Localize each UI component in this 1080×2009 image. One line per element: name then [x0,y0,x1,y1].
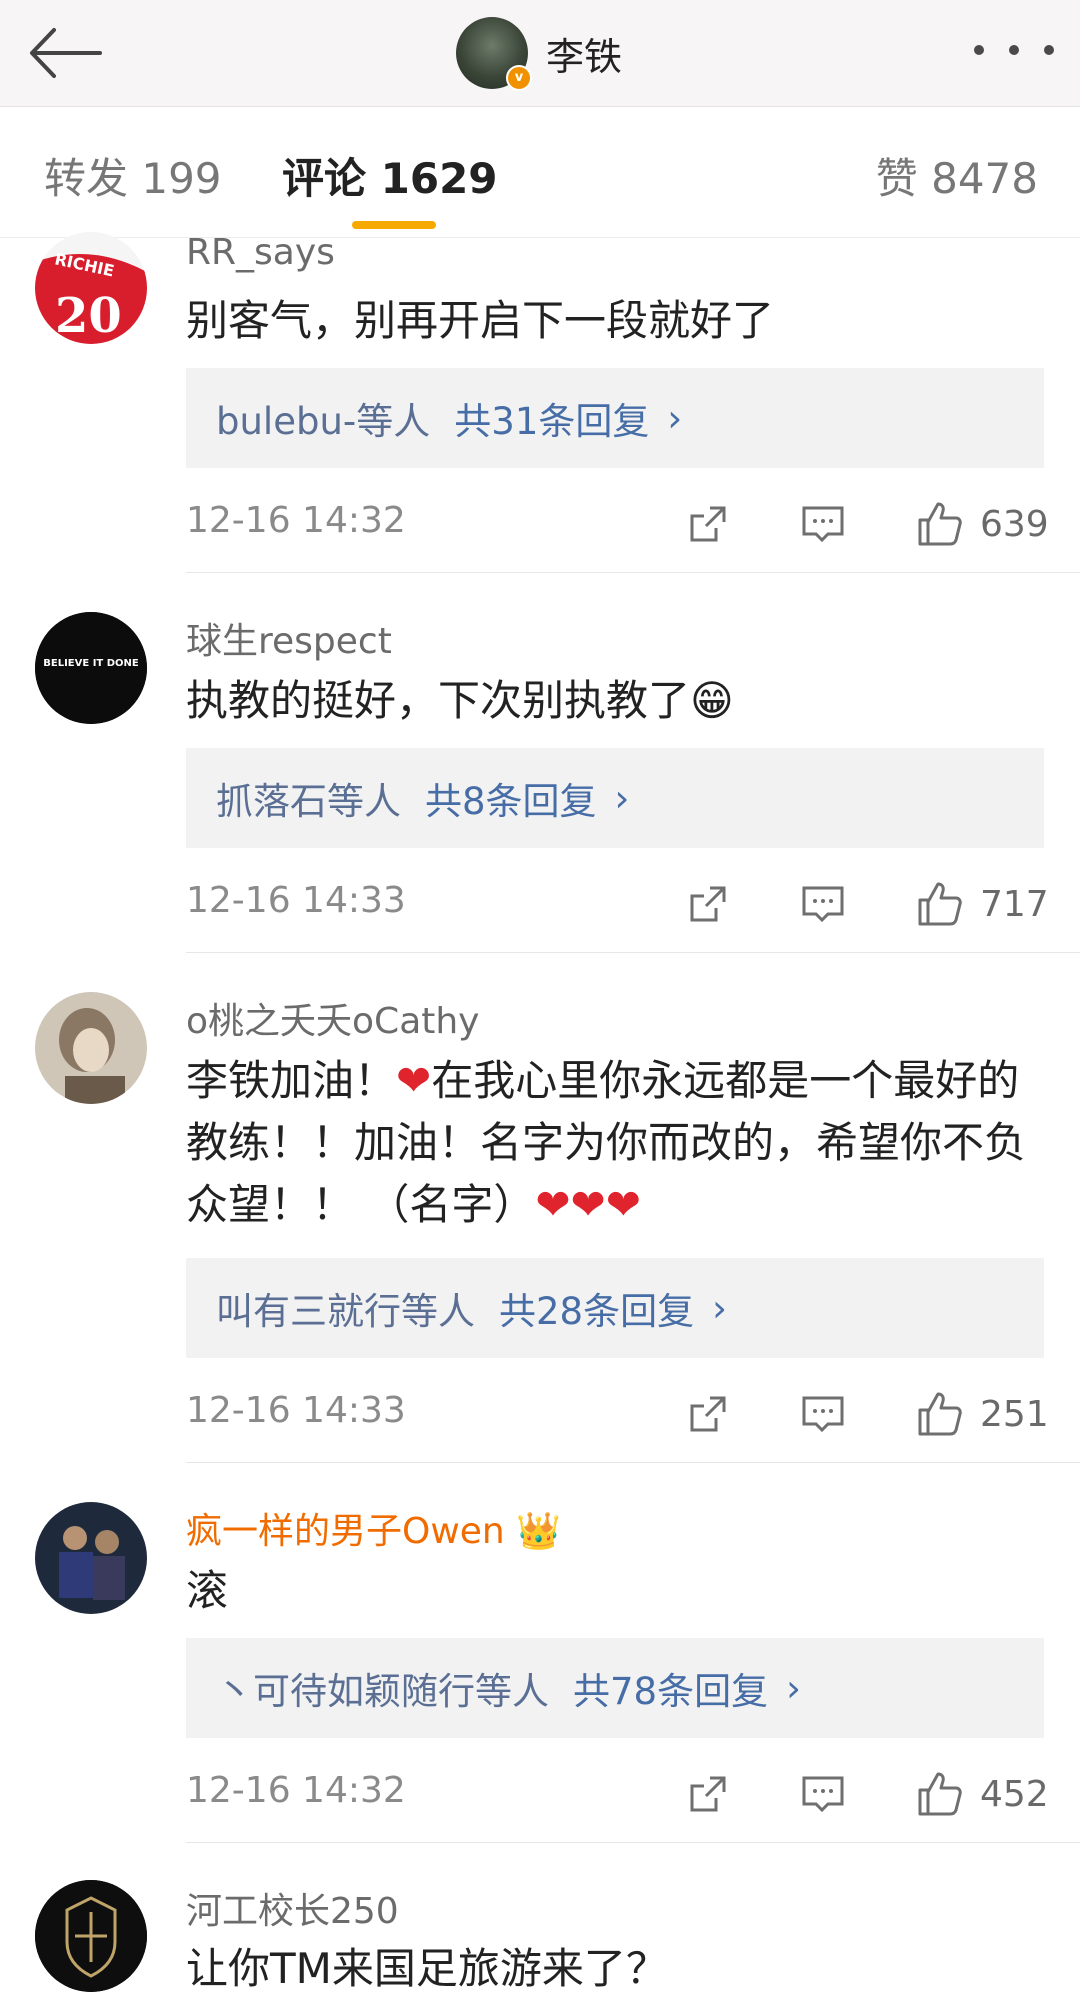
comment-icon [802,1396,844,1433]
comment-meta: 12-16 14:32 452 [186,1764,1049,1824]
comment-username[interactable]: RR_says [186,232,335,273]
back-button[interactable] [24,12,106,94]
divider [186,572,1080,573]
arrow-left-icon [30,28,102,78]
portrait-avatar-image [35,992,147,1104]
page-title: 李铁 [546,34,623,79]
share-icon [690,506,726,542]
thumbs-up-icon [918,502,962,546]
hearts-emoji-icon: ❤❤❤ [535,1180,641,1229]
like-count: 717 [980,883,1049,925]
chevron-right-icon: › [786,1666,801,1710]
reply-users: 丶可待如颖随行等人 [216,1670,549,1713]
like-count: 639 [980,503,1049,545]
svg-text:BELIEVE IT DONE: BELIEVE IT DONE [43,658,139,669]
share-button[interactable] [686,874,730,934]
comment-username[interactable]: o桃之夭夭oCathy [186,992,480,1044]
avatar[interactable]: RICHIE 20 [35,232,147,344]
reply-users: 抓落石等人 [216,780,401,823]
replies-summary[interactable]: 抓落石等人 共8条回复 › [186,748,1044,848]
share-icon [690,886,726,922]
top-bar: v 李铁 [0,0,1080,107]
share-icon [690,1396,726,1432]
comment-username[interactable]: 疯一样的男子Owen 👑 [186,1502,561,1554]
divider [186,1842,1080,1843]
comment-username[interactable]: 河工校长250 [186,1882,399,1934]
reply-button[interactable] [800,1764,846,1824]
avatar[interactable]: v [456,17,532,91]
svg-text:20: 20 [55,288,122,344]
like-button[interactable]: 717 [916,874,1049,934]
comment-meta: 12-16 14:33 251 [186,1384,1049,1444]
like-button[interactable]: 251 [916,1384,1049,1444]
comment-time: 12-16 14:32 [186,500,406,541]
replies-summary[interactable]: 叫有三就行等人 共28条回复 › [186,1258,1044,1358]
replies-summary[interactable]: 丶可待如颖随行等人 共78条回复 › [186,1638,1044,1738]
reply-count: 共28条回复 [499,1290,695,1333]
photo-avatar-image [35,1502,147,1614]
active-tab-indicator [352,221,436,229]
comment-time: 12-16 14:33 [186,1390,406,1431]
reply-button[interactable] [800,1384,846,1444]
avatar[interactable]: BELIEVE IT DONE [35,612,147,724]
grin-emoji-icon: 😁 [690,676,734,725]
share-button[interactable] [686,1764,730,1824]
comment-username[interactable]: 球生respect [186,612,392,664]
like-count: 452 [980,1773,1049,1815]
reply-users: 叫有三就行等人 [216,1290,475,1333]
tab-repost[interactable]: 转发 199 [44,145,222,206]
comment-meta: 12-16 14:32 639 [186,494,1049,554]
reply-button[interactable] [800,494,846,554]
chevron-right-icon: › [614,776,630,820]
share-button[interactable] [686,494,730,554]
author-profile[interactable]: v 李铁 [456,6,622,100]
reply-button[interactable] [800,874,846,934]
chevron-right-icon: › [667,396,683,440]
reply-count: 共78条回复 [573,1670,769,1713]
reply-count: 共8条回复 [425,780,597,823]
avatar[interactable] [35,1502,147,1614]
like-button[interactable]: 639 [916,494,1049,554]
share-icon [690,1776,726,1812]
more-dots-icon [974,45,984,55]
comment-meta: 12-16 14:33 717 [186,874,1049,934]
crest-avatar-image [35,1880,147,1992]
reply-users: bulebu-等人 [216,400,431,443]
share-button[interactable] [686,1384,730,1444]
heart-emoji-icon: ❤ [396,1056,432,1105]
comment-text: 让你TM来国足旅游来了？ [186,1944,668,1993]
like-count: 251 [980,1393,1049,1435]
thumbs-up-icon [918,1772,962,1816]
avatar[interactable] [35,1880,147,1992]
comment-text: 别客气，别再开启下一段就好了 [186,296,775,345]
divider [186,1462,1080,1463]
comment-time: 12-16 14:33 [186,880,406,921]
comment-icon [802,886,844,923]
comment-text: 滚 [186,1566,229,1615]
jersey-avatar-image: RICHIE 20 [35,232,147,344]
tab-likes[interactable]: 赞 8478 [876,145,1038,206]
weibo-comments-page: v 李铁 转发 199 评论 1629 赞 8478 RICHIE 20 RR_… [0,0,1080,2009]
comment-text: 执教的挺好，下次别执教了😁 [186,676,734,725]
reply-count: 共31条回复 [454,400,650,443]
verified-badge: v [506,65,532,91]
comment-icon [802,1776,844,1813]
like-button[interactable]: 452 [916,1764,1049,1824]
comment-time: 12-16 14:32 [186,1770,406,1811]
avatar[interactable] [35,992,147,1104]
thumbs-up-icon [918,882,962,926]
comment-icon [802,506,844,543]
divider [186,952,1080,953]
tab-bar: 转发 199 评论 1629 赞 8478 [0,107,1080,238]
comment-text: 李铁加油！❤在我心里你永远都是一个最好的教练！！加油！名字为你而改的，希望你不负… [186,1056,1027,1229]
believe-it-done-avatar-image: BELIEVE IT DONE [35,612,147,724]
thumbs-up-icon [918,1392,962,1436]
replies-summary[interactable]: bulebu-等人 共31条回复 › [186,368,1044,468]
more-button[interactable] [974,30,1054,70]
chevron-right-icon: › [712,1286,727,1330]
crown-icon: 👑 [516,1511,562,1552]
